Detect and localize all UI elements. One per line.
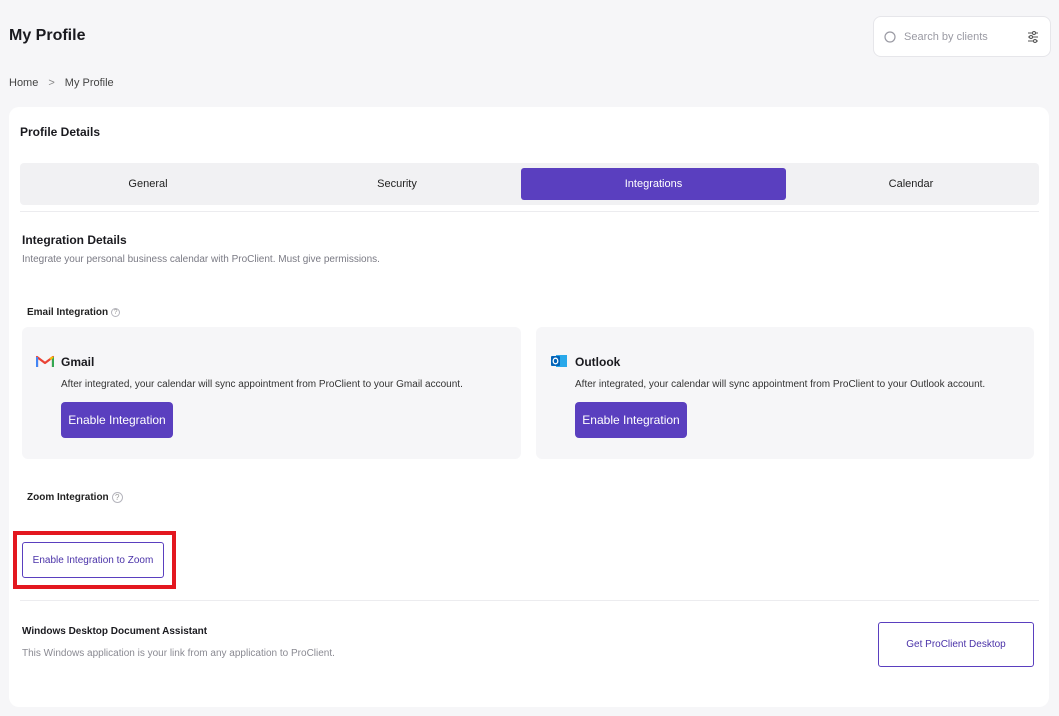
breadcrumb: Home > My Profile — [9, 77, 114, 89]
breadcrumb-home[interactable]: Home — [9, 77, 38, 89]
help-icon[interactable]: ? — [111, 308, 121, 317]
help-icon[interactable]: ? — [111, 492, 123, 503]
filter-icon[interactable] — [1026, 30, 1040, 44]
gmail-name: Gmail — [61, 355, 95, 369]
integration-details-title: Integration Details — [22, 233, 127, 247]
breadcrumb-current: My Profile — [64, 77, 114, 89]
email-integration-text: Email Integration — [27, 307, 109, 318]
tab-security[interactable]: Security — [273, 168, 521, 200]
desktop-assistant-title: Windows Desktop Document Assistant — [22, 626, 208, 637]
tab-calendar[interactable]: Calendar — [786, 168, 1036, 200]
outlook-name: Outlook — [575, 355, 621, 369]
tab-bar: General Security Integrations Calendar — [20, 163, 1039, 205]
search-input[interactable] — [904, 30, 1014, 43]
card-title: Profile Details — [20, 125, 101, 139]
get-desktop-button[interactable]: Get ProClient Desktop — [878, 622, 1034, 667]
breadcrumb-separator: > — [48, 77, 55, 89]
gmail-logo-icon — [36, 355, 54, 367]
page-title: My Profile — [9, 27, 86, 44]
outlook-enable-integration-button[interactable]: Enable Integration — [575, 402, 687, 438]
email-integration-label: Email Integration ? — [27, 307, 121, 318]
gmail-enable-integration-button[interactable]: Enable Integration — [61, 402, 173, 438]
desktop-assistant-description: This Windows application is your link fr… — [22, 648, 335, 659]
zoom-integration-label: Zoom Integration ? — [27, 492, 123, 503]
search-box[interactable] — [873, 16, 1051, 57]
page: My Profile Home > My Profile Profile Det… — [0, 0, 1059, 716]
gmail-card: Gmail After integrated, your calendar wi… — [22, 327, 521, 459]
outlook-card: Outlook After integrated, your calendar … — [536, 327, 1034, 459]
outlook-description: After integrated, your calendar will syn… — [575, 379, 986, 390]
profile-details-card: Profile Details General Security Integra… — [9, 107, 1049, 707]
outlook-logo-icon — [551, 355, 567, 367]
zoom-integration-text: Zoom Integration — [27, 492, 109, 503]
divider — [20, 211, 1039, 212]
gmail-description: After integrated, your calendar will syn… — [61, 379, 463, 390]
integration-details-description: Integrate your personal business calenda… — [22, 254, 380, 265]
search-icon — [884, 30, 896, 43]
tab-integrations[interactable]: Integrations — [521, 168, 786, 200]
tab-general[interactable]: General — [23, 168, 273, 200]
enable-zoom-integration-button[interactable]: Enable Integration to Zoom — [22, 542, 164, 578]
divider — [20, 600, 1039, 601]
